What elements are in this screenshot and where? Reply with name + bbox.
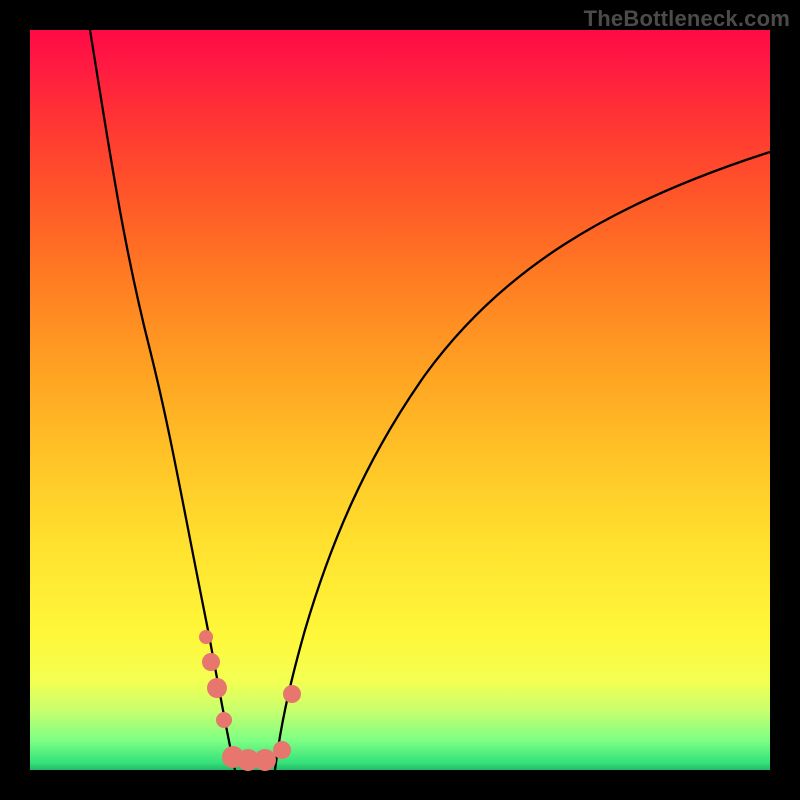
data-marker bbox=[283, 685, 301, 703]
data-marker bbox=[216, 712, 232, 728]
data-marker bbox=[199, 630, 213, 644]
plot-area bbox=[30, 30, 770, 770]
curve-right bbox=[275, 152, 770, 770]
data-marker bbox=[207, 678, 227, 698]
data-marker bbox=[202, 653, 220, 671]
data-marker bbox=[273, 741, 291, 759]
curve-layer bbox=[30, 30, 770, 770]
chart-container: TheBottleneck.com bbox=[0, 0, 800, 800]
watermark-label: TheBottleneck.com bbox=[584, 6, 790, 32]
